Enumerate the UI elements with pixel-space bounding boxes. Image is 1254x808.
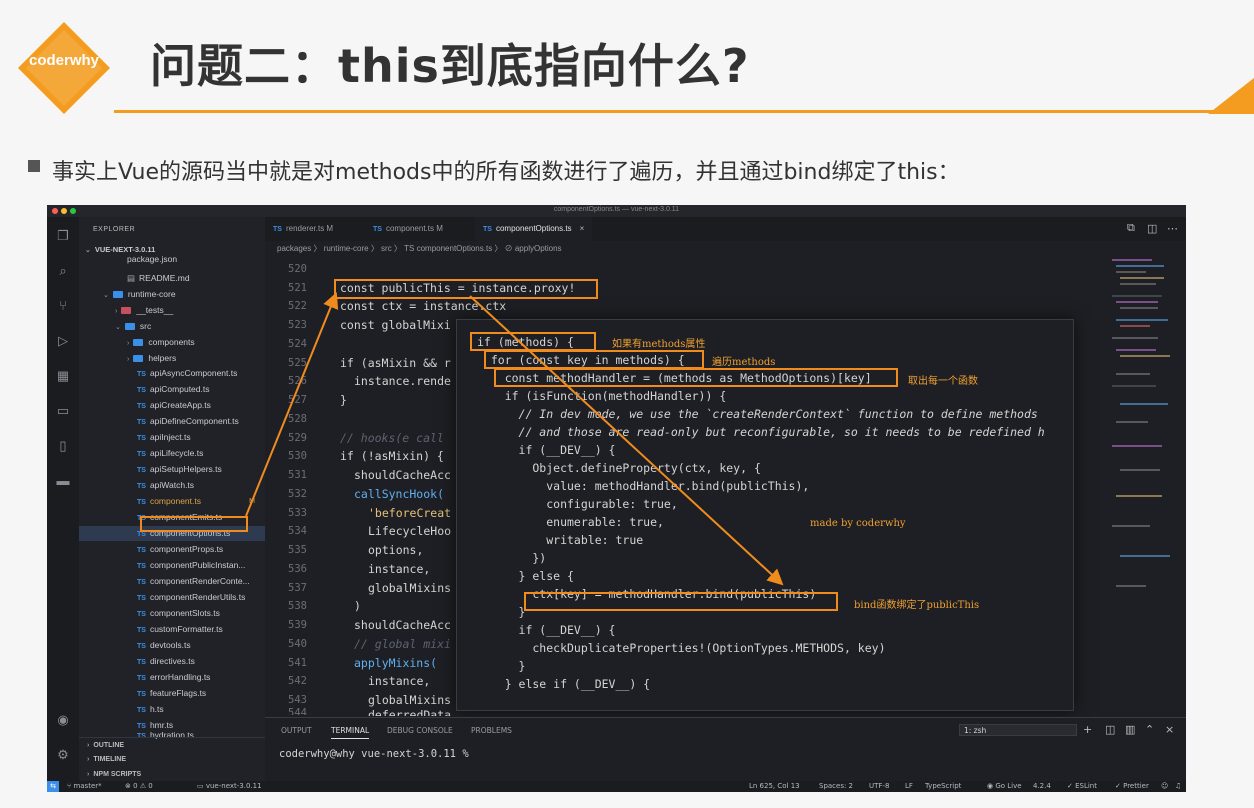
tab-output[interactable]: OUTPUT xyxy=(281,726,312,735)
folder-icon: ▭ xyxy=(197,782,206,790)
eslint-label: ESLint xyxy=(1075,782,1097,790)
language-mode[interactable]: TypeScript xyxy=(925,781,961,792)
trash-icon[interactable]: ▥ xyxy=(1125,723,1135,736)
split-terminal-icon[interactable]: ◫ xyxy=(1105,723,1115,736)
go-live[interactable]: ◉ Go Live xyxy=(987,781,1022,792)
cursor-position[interactable]: Ln 625, Col 13 xyxy=(749,781,800,792)
prettier-label: Prettier xyxy=(1123,782,1149,790)
problems-indicator[interactable]: ⊗ 0 ⚠ 0 xyxy=(125,781,153,792)
folder-label: vue-next-3.0.11 xyxy=(205,782,262,790)
branch-indicator[interactable]: ⑂ master* xyxy=(67,781,102,792)
go-live-label: Go Live xyxy=(995,782,1022,790)
folder-indicator[interactable]: ▭ vue-next-3.0.11 xyxy=(197,781,262,792)
arrow-publicthis-to-bind xyxy=(469,295,784,586)
check-icon: ✓ xyxy=(1067,782,1076,790)
terminal-prompt[interactable]: coderwhy@why vue-next-3.0.11 % xyxy=(279,748,469,760)
status-bar: ⇆ ⑂ master* ⊗ 0 ⚠ 0 ▭ vue-next-3.0.11 Ln… xyxy=(47,781,1186,792)
tab-problems[interactable]: PROBLEMS xyxy=(471,726,512,735)
arrow-file-to-publicthis xyxy=(245,292,339,517)
branch-label: master* xyxy=(73,782,102,790)
close-panel-icon[interactable]: × xyxy=(1165,723,1174,736)
terminal-panel: OUTPUT TERMINAL DEBUG CONSOLE PROBLEMS 1… xyxy=(265,717,1186,782)
remote-icon[interactable]: ⇆ xyxy=(47,781,59,792)
encoding[interactable]: UTF-8 xyxy=(869,781,889,792)
terminal-select[interactable]: 1: zsh xyxy=(959,724,1077,736)
chevron-up-icon[interactable]: ⌃ xyxy=(1145,723,1154,736)
annotation-arrows xyxy=(245,292,784,586)
tab-debug-console[interactable]: DEBUG CONSOLE xyxy=(387,726,453,735)
version[interactable]: 4.2.4 xyxy=(1033,781,1051,792)
tab-terminal[interactable]: TERMINAL xyxy=(331,726,370,739)
eslint[interactable]: ✓ ESLint xyxy=(1067,781,1097,792)
check-icon: ✓ xyxy=(1115,782,1124,790)
prettier[interactable]: ✓ Prettier xyxy=(1115,781,1149,792)
eol[interactable]: LF xyxy=(905,781,913,792)
indent-setting[interactable]: Spaces: 2 xyxy=(819,781,853,792)
feedback-icon[interactable]: ☺ xyxy=(1161,781,1168,792)
bell-icon[interactable]: ♫ xyxy=(1175,781,1181,792)
add-terminal-icon[interactable]: + xyxy=(1083,723,1092,736)
